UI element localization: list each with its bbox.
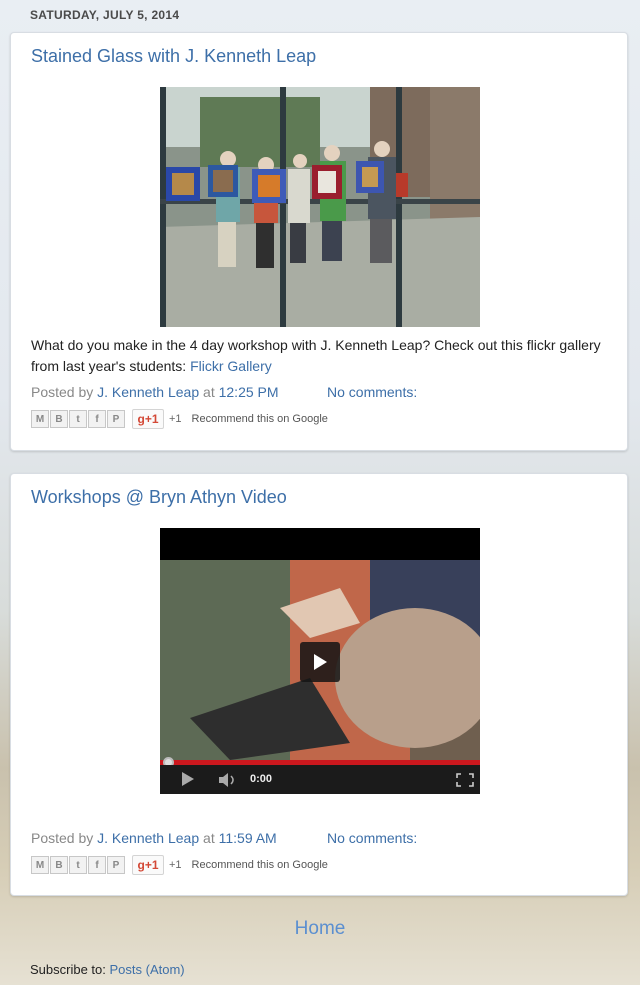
comments-link[interactable]: No comments:: [327, 384, 417, 400]
twitter-icon[interactable]: t: [69, 410, 87, 428]
volume-icon[interactable]: [218, 772, 240, 788]
at-label: at: [203, 384, 215, 400]
plus-count: +1: [169, 413, 182, 425]
post-stained-glass: Stained Glass with J. Kenneth Leap What …: [10, 32, 628, 451]
comments-link[interactable]: No comments:: [327, 830, 417, 846]
post-title[interactable]: Stained Glass with J. Kenneth Leap: [31, 46, 316, 67]
blogger-icon[interactable]: B: [50, 410, 68, 428]
stained-glass-group-image: [160, 87, 480, 327]
post-time-link[interactable]: 11:59 AM: [219, 830, 277, 846]
share-row: M B t f P g+1 +1 Recommend this on Googl…: [31, 409, 328, 429]
pinterest-icon[interactable]: P: [107, 856, 125, 874]
post-video: Workshops @ Bryn Athyn Video 0:00 Posted…: [10, 473, 628, 896]
post-body-text: What do you make in the 4 day workshop w…: [31, 337, 601, 374]
time-readout: 0:00: [250, 773, 273, 785]
workshop-photo[interactable]: [160, 87, 480, 327]
date-header: SATURDAY, JULY 5, 2014: [30, 8, 180, 22]
blogger-icon[interactable]: B: [50, 856, 68, 874]
posts-atom-link[interactable]: Posts (Atom): [110, 962, 185, 977]
email-icon[interactable]: M: [31, 856, 49, 874]
recommend-text: Recommend this on Google: [191, 413, 328, 425]
post-title[interactable]: Workshops @ Bryn Athyn Video: [31, 487, 287, 508]
post-footer: Posted by J. Kenneth Leap at 12:25 PM No…: [31, 384, 417, 400]
fullscreen-icon[interactable]: [456, 773, 474, 787]
subscribe-line: Subscribe to: Posts (Atom): [30, 962, 185, 977]
gplus-button[interactable]: g+1: [132, 855, 164, 875]
email-icon[interactable]: M: [31, 410, 49, 428]
plus-count: +1: [169, 859, 182, 871]
twitter-icon[interactable]: t: [69, 856, 87, 874]
subscribe-label: Subscribe to:: [30, 962, 106, 977]
home-link[interactable]: Home: [0, 918, 640, 940]
recommend-text: Recommend this on Google: [191, 859, 328, 871]
posted-by-label: Posted by: [31, 830, 94, 846]
pinterest-icon[interactable]: P: [107, 410, 125, 428]
play-icon: [314, 654, 327, 670]
facebook-icon[interactable]: f: [88, 410, 106, 428]
at-label: at: [203, 830, 215, 846]
posted-by-label: Posted by: [31, 384, 94, 400]
play-control-icon[interactable]: [180, 771, 196, 787]
flickr-gallery-link[interactable]: Flickr Gallery: [190, 358, 272, 374]
video-player[interactable]: 0:00: [160, 528, 480, 794]
post-body: What do you make in the 4 day workshop w…: [31, 335, 609, 377]
author-link[interactable]: J. Kenneth Leap: [97, 830, 199, 846]
share-row: M B t f P g+1 +1 Recommend this on Googl…: [31, 855, 328, 875]
post-footer: Posted by J. Kenneth Leap at 11:59 AM No…: [31, 830, 417, 846]
post-time-link[interactable]: 12:25 PM: [219, 384, 279, 400]
play-button[interactable]: [300, 642, 340, 682]
facebook-icon[interactable]: f: [88, 856, 106, 874]
video-controls: 0:00: [160, 765, 480, 794]
gplus-button[interactable]: g+1: [132, 409, 164, 429]
author-link[interactable]: J. Kenneth Leap: [97, 384, 199, 400]
